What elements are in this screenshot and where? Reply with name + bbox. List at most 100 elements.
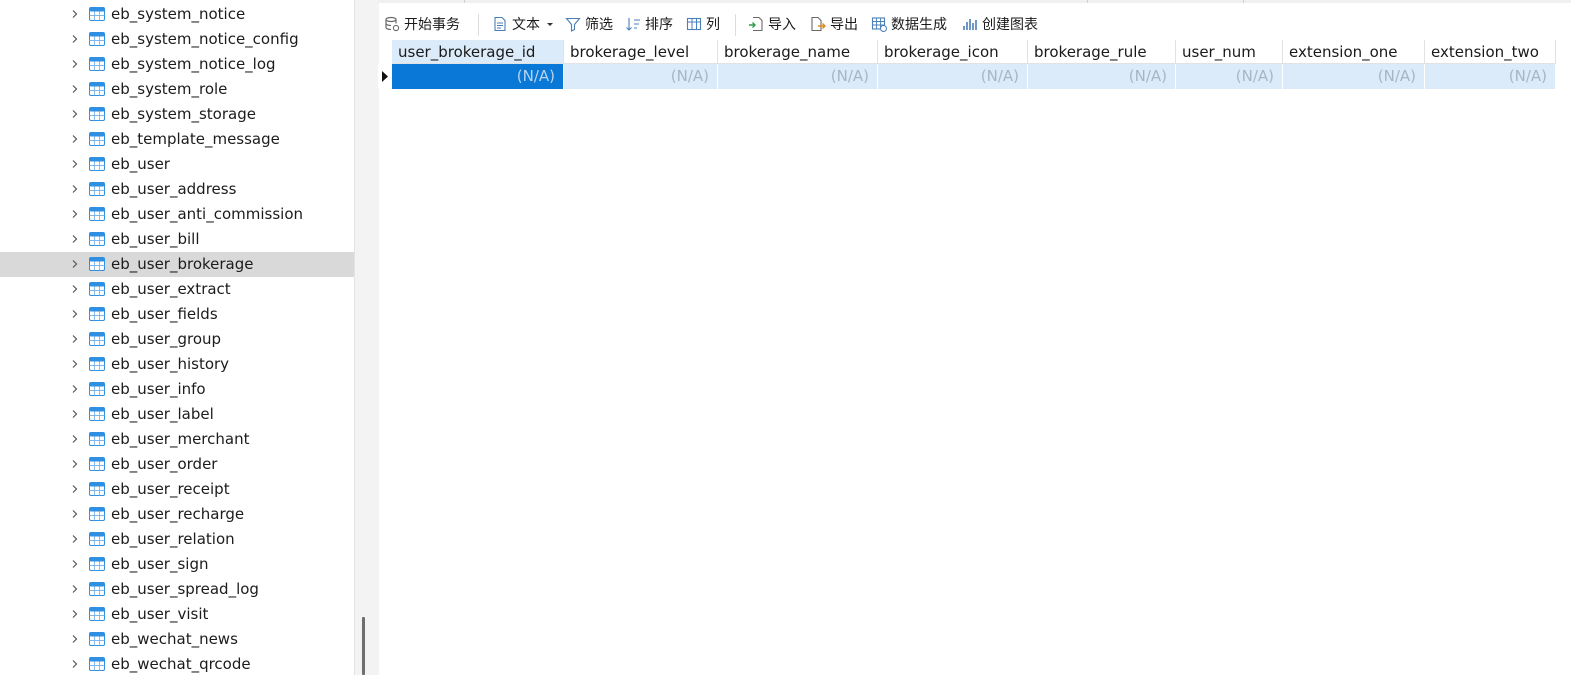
tree-item[interactable]: eb_template_message [0,127,354,152]
splitter[interactable] [354,0,379,675]
chevron-right-icon[interactable] [69,533,81,545]
tree-item[interactable]: eb_system_notice_log [0,52,354,77]
tree-item[interactable]: eb_user_label [0,402,354,427]
import-label: 导入 [768,17,796,33]
toolbar-separator [735,14,736,36]
filter-button[interactable]: 筛选 [565,10,613,38]
chevron-right-icon[interactable] [69,83,81,95]
chevron-right-icon[interactable] [69,33,81,45]
chevron-right-icon[interactable] [69,608,81,620]
tree-item[interactable]: eb_user_brokerage [0,252,354,277]
column-header[interactable]: brokerage_name [718,40,878,64]
chevron-right-icon[interactable] [69,433,81,445]
data-grid: user_brokerage_id brokerage_level brokerag… [378,40,1571,675]
tree-item[interactable]: eb_user_extract [0,277,354,302]
tree-item[interactable]: eb_system_role [0,77,354,102]
tree-item[interactable]: eb_user_fields [0,302,354,327]
chevron-right-icon[interactable] [69,183,81,195]
tree-item-label: eb_user_fields [111,305,218,323]
import-button[interactable]: 导入 [748,10,796,38]
text-view-label: 文本 [512,17,540,33]
chevron-right-icon[interactable] [69,108,81,120]
create-chart-button[interactable]: 创建图表 [962,10,1038,38]
chevron-right-icon[interactable] [69,258,81,270]
column-header[interactable]: brokerage_rule [1028,40,1176,64]
chevron-right-icon[interactable] [69,8,81,20]
chevron-right-icon[interactable] [69,208,81,220]
grid-cell[interactable]: (N/A) [718,64,878,89]
grid-cell[interactable]: (N/A) [1425,64,1556,89]
tree-item-label: eb_user_address [111,180,237,198]
column-header[interactable]: extension_two [1425,40,1556,64]
chevron-right-icon[interactable] [69,458,81,470]
tree-item[interactable]: eb_user_anti_commission [0,202,354,227]
table-icon [89,632,105,646]
chevron-right-icon[interactable] [69,283,81,295]
column-header[interactable]: extension_one [1283,40,1425,64]
tree-item[interactable]: eb_user_info [0,377,354,402]
tree-item[interactable]: eb_system_notice [0,2,354,27]
tree-item-label: eb_user_history [111,355,230,373]
chevron-right-icon[interactable] [69,133,81,145]
table-icon [89,532,105,546]
chevron-right-icon[interactable] [69,658,81,670]
data-generation-button[interactable]: 数据生成 [871,10,947,38]
grid-cell[interactable]: (N/A) [1176,64,1283,89]
text-view-button[interactable]: 文本 [492,10,555,38]
chevron-right-icon[interactable] [69,158,81,170]
tree-item[interactable]: eb_user_receipt [0,477,354,502]
sidebar-scrollbar[interactable] [362,617,365,675]
chevron-right-icon[interactable] [69,633,81,645]
tree-item[interactable]: eb_user_visit [0,602,354,627]
tree-item[interactable]: eb_system_notice_config [0,27,354,52]
grid-cell[interactable]: (N/A) [564,64,718,89]
grid-cell[interactable]: (N/A) [878,64,1028,89]
begin-transaction-button[interactable]: 开始事务 [384,10,460,38]
chevron-right-icon[interactable] [69,508,81,520]
tree-item[interactable]: eb_user_merchant [0,427,354,452]
chevron-right-icon[interactable] [69,333,81,345]
chevron-right-icon[interactable] [69,58,81,70]
tab-strip [378,0,1571,3]
tree-item-label: eb_user_info [111,380,206,398]
chevron-right-icon[interactable] [69,233,81,245]
tree-item[interactable]: eb_user_address [0,177,354,202]
tree-item[interactable]: eb_user_history [0,352,354,377]
grid-cell[interactable]: (N/A) [392,64,564,89]
database-icon [385,16,400,32]
tree-item[interactable]: eb_wechat_qrcode [0,652,354,675]
column-header[interactable]: user_brokerage_id [392,40,564,64]
chevron-right-icon[interactable] [69,383,81,395]
tree-item[interactable]: eb_user_recharge [0,502,354,527]
table-icon [89,307,105,321]
chevron-right-icon[interactable] [69,558,81,570]
chevron-right-icon[interactable] [69,483,81,495]
columns-button[interactable]: 列 [686,10,720,38]
chevron-right-icon[interactable] [69,308,81,320]
column-header[interactable]: user_num [1176,40,1283,64]
tree-item[interactable]: eb_user [0,152,354,177]
tree-item[interactable]: eb_user_relation [0,527,354,552]
column-header[interactable]: brokerage_level [564,40,718,64]
table-tree: eb_system_notice eb_system_notice_config e… [0,0,354,675]
tree-item[interactable]: eb_user_group [0,327,354,352]
filter-icon [565,17,581,32]
chevron-right-icon[interactable] [69,408,81,420]
export-button[interactable]: 导出 [810,10,858,38]
sort-button[interactable]: 排序 [625,10,673,38]
grid-cell[interactable]: (N/A) [1028,64,1176,89]
tree-item[interactable]: eb_user_spread_log [0,577,354,602]
tree-item[interactable]: eb_user_bill [0,227,354,252]
table-icon [89,582,105,596]
tree-item-label: eb_user_group [111,330,222,348]
tree-item[interactable]: eb_user_order [0,452,354,477]
tree-item[interactable]: eb_user_sign [0,552,354,577]
column-header[interactable]: brokerage_icon [878,40,1028,64]
tree-item[interactable]: eb_system_storage [0,102,354,127]
table-icon [89,57,105,71]
chevron-right-icon[interactable] [69,583,81,595]
tree-item-label: eb_user [111,155,170,173]
grid-cell[interactable]: (N/A) [1283,64,1425,89]
chevron-right-icon[interactable] [69,358,81,370]
tree-item[interactable]: eb_wechat_news [0,627,354,652]
